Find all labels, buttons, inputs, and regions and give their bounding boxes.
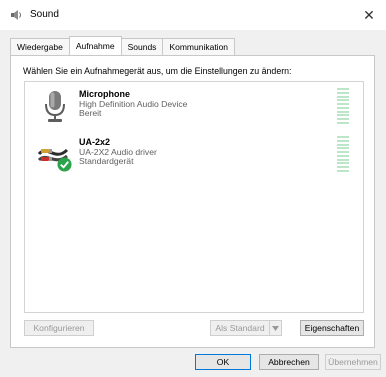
ok-button[interactable]: OK: [195, 354, 251, 370]
device-name: UA-2x2: [79, 137, 111, 147]
set-default-button[interactable]: Als Standard: [210, 320, 270, 336]
speaker-icon: [11, 10, 21, 20]
window-title: Sound: [30, 9, 59, 20]
instruction-text: Wählen Sie ein Aufnahmegerät aus, um die…: [23, 66, 292, 76]
sound-dialog: Sound ✕ Wiedergabe Aufnahme Sounds Kommu…: [0, 0, 386, 377]
level-meter-icon: [337, 136, 349, 172]
tab-kommunikation[interactable]: Kommunikation: [162, 38, 236, 55]
device-status: Standardgerät: [79, 156, 134, 166]
cancel-button[interactable]: Abbrechen: [259, 354, 319, 370]
apply-button[interactable]: Übernehmen: [325, 354, 381, 370]
device-name: Microphone: [79, 89, 130, 99]
tab-aufnahme[interactable]: Aufnahme: [68, 36, 122, 55]
device-item-microphone[interactable]: Microphone High Definition Audio Device …: [25, 82, 363, 130]
device-item-ua-2x2[interactable]: UA-2x2 UA-2X2 Audio driver Standardgerät: [25, 130, 363, 178]
title-bar: Sound ✕: [0, 0, 386, 30]
microphone-icon: [45, 91, 65, 122]
recording-panel: Wählen Sie ein Aufnahmegerät aus, um die…: [10, 55, 375, 348]
checkmark-icon: [57, 157, 72, 172]
dialog-footer: OK Abbrechen Übernehmen: [0, 347, 386, 377]
device-list[interactable]: Microphone High Definition Audio Device …: [24, 81, 364, 313]
tab-wiedergabe[interactable]: Wiedergabe: [10, 38, 70, 55]
chevron-down-icon[interactable]: [270, 320, 282, 336]
configure-button[interactable]: Konfigurieren: [24, 320, 94, 336]
device-status: Bereit: [79, 108, 102, 118]
tab-sounds[interactable]: Sounds: [120, 38, 164, 55]
tab-strip: Wiedergabe Aufnahme Sounds Kommunikation: [10, 36, 236, 56]
level-meter-icon: [337, 88, 349, 124]
close-icon[interactable]: ✕: [352, 0, 386, 30]
properties-button[interactable]: Eigenschaften: [300, 320, 364, 336]
